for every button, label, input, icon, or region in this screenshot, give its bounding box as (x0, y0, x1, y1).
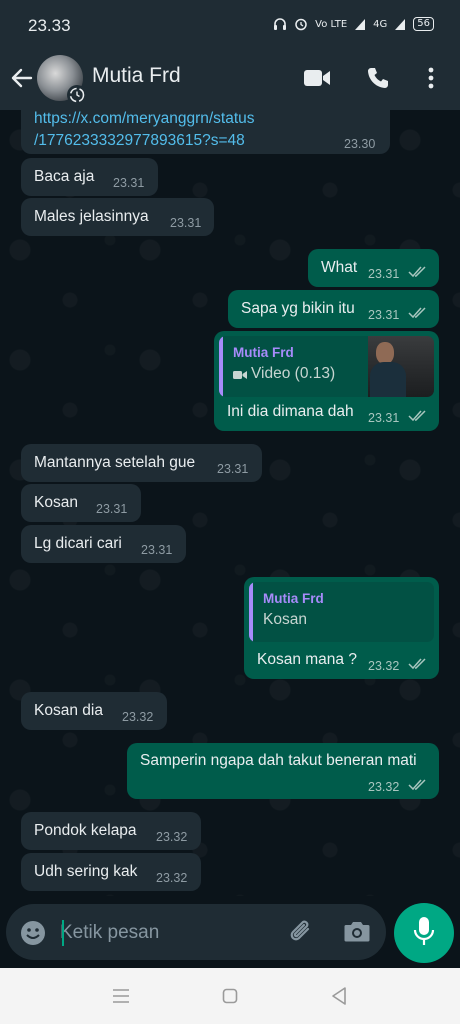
message-text: Lg dicari cari (34, 535, 122, 552)
nav-back-icon[interactable] (330, 986, 348, 1006)
signal-icon (355, 18, 366, 30)
video-call-icon[interactable] (303, 68, 331, 88)
message-link-cont[interactable]: /1776233332977893615?s=48 (34, 131, 245, 151)
message-text: Mantannya setelah gue (34, 454, 196, 471)
quote-author: Mutia Frd (263, 591, 324, 606)
message-outgoing[interactable]: Sapa yg bikin itu 23.31 (228, 290, 439, 328)
message-time: 23.32 (156, 871, 188, 885)
message-time: 23.30 (344, 137, 376, 151)
status-update-icon (67, 85, 87, 105)
message-input[interactable] (60, 918, 260, 948)
status-time: 23.33 (28, 16, 71, 35)
message-incoming[interactable]: https://x.com/meryanggrn/status /1776233… (21, 110, 390, 154)
message-text: Samperin ngapa dah takut beneran mati (140, 752, 417, 769)
message-outgoing[interactable]: What 23.31 (308, 249, 439, 287)
message-text: What (321, 259, 358, 276)
message-time: 23.31 (368, 411, 400, 425)
message-time: 23.31 (96, 502, 128, 516)
message-text: Kosan dia (34, 702, 103, 719)
message-outgoing-reply[interactable]: Mutia Frd Video (0.13) Ini dia dimana da… (214, 331, 439, 431)
message-time: 23.31 (141, 543, 173, 557)
text-caret (62, 920, 64, 946)
message-incoming[interactable]: Pondok kelapa 23.32 (21, 812, 201, 850)
message-time: 23.32 (122, 710, 154, 724)
message-text: Kosan (34, 494, 78, 511)
message-time: 23.31 (113, 176, 145, 190)
double-check-icon (408, 779, 426, 791)
message-text: Sapa yg bikin itu (241, 300, 355, 317)
chat-area[interactable]: https://x.com/meryanggrn/status /1776233… (0, 110, 460, 896)
nav-home-icon[interactable] (222, 988, 238, 1004)
message-incoming[interactable]: Mantannya setelah gue 23.31 (21, 444, 262, 482)
back-arrow-icon[interactable] (10, 64, 34, 92)
quote-author: Mutia Frd (233, 345, 294, 360)
message-time: 23.32 (368, 659, 400, 673)
message-text: Baca aja (34, 168, 95, 185)
message-incoming[interactable]: Baca aja 23.31 (21, 158, 158, 196)
message-time: 23.31 (368, 267, 400, 281)
headphones-icon (274, 18, 287, 30)
emoji-icon[interactable] (19, 919, 47, 947)
nav-recents-icon[interactable] (112, 988, 130, 1004)
phone-icon[interactable] (366, 66, 390, 90)
alarm-icon (295, 18, 307, 31)
network-label: 4G (373, 18, 388, 30)
contact-name[interactable]: Mutia Frd (92, 64, 181, 88)
double-check-icon (408, 658, 426, 670)
message-link[interactable]: https://x.com/meryanggrn/status (34, 110, 255, 129)
video-camera-small-icon (233, 371, 247, 379)
message-incoming[interactable]: Lg dicari cari 23.31 (21, 525, 186, 563)
quote-text: Kosan (263, 611, 307, 628)
message-text: Pondok kelapa (34, 822, 137, 839)
battery-indicator: 56 (413, 17, 434, 31)
microphone-icon (413, 917, 435, 945)
message-time: 23.32 (156, 830, 188, 844)
quote-bar (249, 582, 253, 642)
quote-bar (219, 336, 223, 397)
quoted-message[interactable]: Mutia Frd Kosan (249, 582, 434, 642)
quoted-message[interactable]: Mutia Frd Video (0.13) (219, 336, 434, 397)
message-text: Males jelasinnya (34, 208, 149, 225)
volte-label: Vo LTE (315, 18, 348, 30)
message-time: 23.31 (368, 308, 400, 322)
more-vert-icon[interactable] (423, 66, 439, 90)
camera-icon[interactable] (343, 918, 371, 944)
message-outgoing-reply[interactable]: Mutia Frd Kosan Kosan mana ? 23.32 (244, 577, 439, 679)
signal-icon-2 (395, 18, 406, 30)
double-check-icon (408, 410, 426, 422)
message-incoming[interactable]: Kosan dia 23.32 (21, 692, 167, 730)
message-text: Kosan mana ? (257, 651, 357, 668)
message-outgoing[interactable]: Samperin ngapa dah takut beneran mati 23… (127, 743, 439, 799)
paperclip-icon[interactable] (286, 917, 316, 947)
message-incoming[interactable]: Males jelasinnya 23.31 (21, 198, 214, 236)
message-time: 23.31 (217, 462, 249, 476)
message-text: Ini dia dimana dah (227, 403, 354, 420)
message-time: 23.32 (368, 780, 400, 794)
status-icons: Vo LTE 4G 56 (273, 17, 434, 31)
double-check-icon (408, 266, 426, 278)
video-thumbnail (368, 336, 434, 397)
message-incoming[interactable]: Kosan 23.31 (21, 484, 141, 522)
message-time: 23.31 (170, 216, 202, 230)
message-incoming[interactable]: Udh sering kak 23.32 (21, 853, 201, 891)
double-check-icon (408, 307, 426, 319)
message-text: Udh sering kak (34, 863, 138, 880)
quote-text: Video (0.13) (251, 365, 336, 382)
